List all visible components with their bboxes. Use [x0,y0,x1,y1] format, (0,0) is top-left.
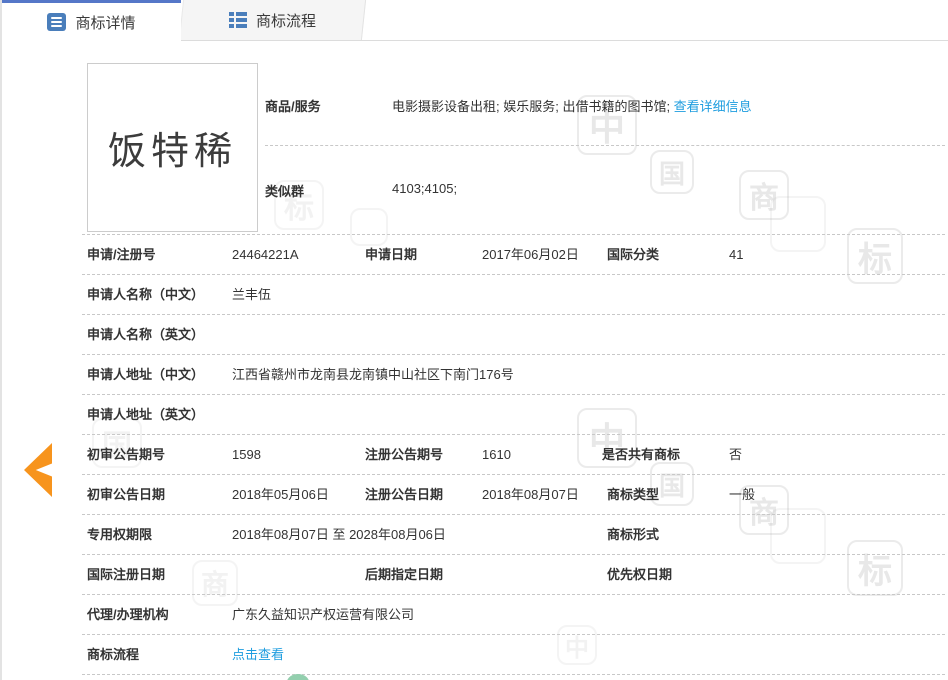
field-row: 申请/注册号 24464221A 申请日期 2017年06月02日 国际分类 4… [82,235,945,275]
trademark-header-block: 饭特稀 商品/服务 电影摄影设备出租; 娱乐服务; 出借书籍的图书馆; 查看详细… [82,41,945,235]
field-label: 国际注册日期 [87,555,165,595]
field-value: 1610 [482,435,511,475]
field-row: 申请人名称（英文） [82,315,945,355]
trademark-detail-page: 商标详情 商标流程 中 国 商 标 标 国 中 国 商 标 [0,0,948,680]
tab-label: 商标详情 [75,12,135,33]
field-label: 是否共有商标 [602,435,680,475]
field-label: 专用权期限 [87,515,152,555]
field-value: 电影摄影设备出租; 娱乐服务; 出借书籍的图书馆; 查看详细信息 [392,96,752,115]
field-row: 申请人地址（英文） [82,395,945,435]
view-detail-link[interactable]: 查看详细信息 [674,99,752,114]
document-icon [47,13,66,31]
field-value: 一般 [729,475,755,515]
field-label: 注册公告日期 [365,475,443,515]
detail-content: 中 国 商 标 标 国 中 国 商 标 商 中 饭特稀 商品/服务 电影摄影设备… [2,41,948,680]
tab-trademark-process[interactable]: 商标流程 [181,0,364,40]
field-value: 江西省赣州市龙南县龙南镇中山社区下南门176号 [232,355,514,395]
field-value: 4103;4105; [392,181,457,196]
field-label: 申请/注册号 [87,235,156,275]
field-label: 申请人地址（英文） [87,395,204,435]
goods-value-text: 电影摄影设备出租; 娱乐服务; 出借书籍的图书馆; [392,99,674,114]
field-value: 2018年05月06日 [232,475,329,515]
field-label: 申请人名称（英文） [87,315,204,355]
field-label: 申请人名称（中文） [87,275,204,315]
field-value: 兰丰伍 [232,275,271,315]
field-value: 1598 [232,435,261,475]
field-row: 代理/办理机构 广东久益知识产权运营有限公司 [82,595,945,635]
field-row: 申请人名称（中文） 兰丰伍 [82,275,945,315]
field-value: 41 [729,235,743,275]
field-row: 初审公告日期 2018年05月06日 注册公告日期 2018年08月07日 商标… [82,475,945,515]
field-value: 否 [729,435,742,475]
field-label: 申请人地址（中文） [87,355,204,395]
field-label: 注册公告期号 [365,435,443,475]
field-label: 后期指定日期 [365,555,443,595]
tab-bar: 商标详情 商标流程 [2,0,948,41]
tab-trademark-detail[interactable]: 商标详情 [2,0,181,41]
field-value: 24464221A [232,235,299,275]
field-label: 优先权日期 [607,555,672,595]
field-label: 商标形式 [607,515,659,555]
field-value: 点击查看 [232,635,284,675]
field-label: 代理/办理机构 [87,595,169,635]
field-value: 2018年08月07日 [482,475,579,515]
field-value: 广东久益知识产权运营有限公司 [232,595,414,635]
field-value: 2017年06月02日 [482,235,579,275]
field-label: 商品/服务 [265,96,321,115]
field-label: 商标类型 [607,475,659,515]
field-value: 2018年08月07日 至 2028年08月06日 [232,515,446,555]
field-label: 初审公告期号 [87,435,165,475]
field-label: 商标流程 [87,635,139,675]
trademark-image: 饭特稀 [87,63,258,232]
field-label: 类似群 [265,181,304,200]
field-label: 国际分类 [607,235,659,275]
field-row: 专用权期限 2018年08月07日 至 2028年08月06日 商标形式 [82,515,945,555]
row-divider [265,145,945,146]
field-label: 初审公告日期 [87,475,165,515]
list-icon [229,12,247,28]
field-row: 申请人地址（中文） 江西省赣州市龙南县龙南镇中山社区下南门176号 [82,355,945,395]
field-label: 申请日期 [365,235,417,275]
click-to-view-link[interactable]: 点击查看 [232,647,284,662]
field-row: 初审公告期号 1598 注册公告期号 1610 是否共有商标 否 [82,435,945,475]
tab-label: 商标流程 [256,10,316,31]
field-row: 商标流程 点击查看 [82,635,945,675]
field-row: 国际注册日期 后期指定日期 优先权日期 [82,555,945,595]
